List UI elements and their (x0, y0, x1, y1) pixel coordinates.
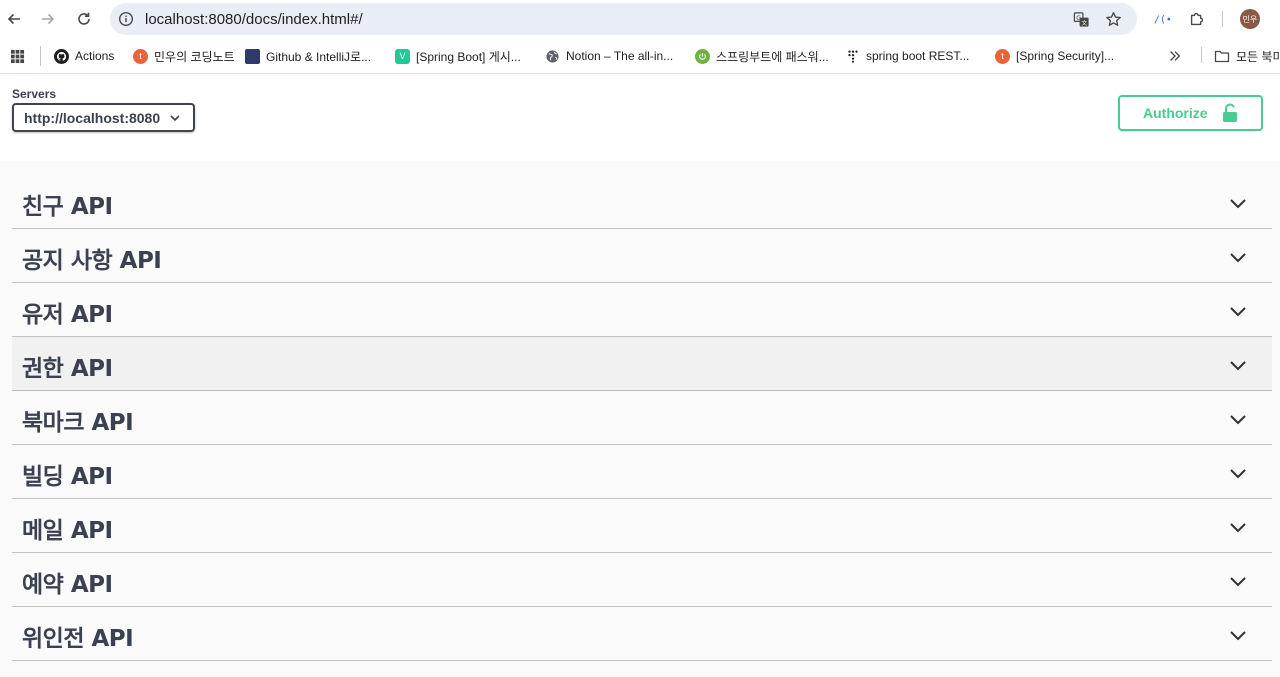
tag-title[interactable]: 메일 API (22, 511, 113, 545)
bookmark-item[interactable]: Github & IntelliJ로... (245, 47, 371, 65)
bookmark-item[interactable]: 스프링부트에 패스워... (695, 47, 829, 65)
address-bar[interactable]: localhost:8080/docs/index.html#/ G文 (110, 3, 1137, 35)
authorize-label: Authorize (1143, 105, 1208, 121)
chevron-down-icon[interactable] (1228, 301, 1248, 321)
svg-text:文: 文 (1081, 18, 1087, 26)
servers-label: Servers (12, 87, 57, 101)
tag-section-bookmark[interactable]: 북마크 API (12, 391, 1272, 445)
bookmark-label: Actions (75, 49, 115, 63)
spring-icon (695, 48, 710, 64)
scheme-container: Servers http://localhost:8080 Authorize (0, 75, 1280, 161)
tag-section-authority[interactable]: 권한 API (12, 337, 1272, 391)
bookmark-item[interactable]: t 민우의 코딩노트 (133, 47, 235, 65)
tag-title[interactable]: 빌딩 API (22, 457, 113, 491)
github-icon (54, 48, 69, 64)
bookmark-item[interactable]: V [Spring Boot] 게시... (395, 47, 521, 65)
svg-text:G: G (1076, 14, 1081, 21)
apps-separator (40, 46, 41, 66)
bookmark-label: [Spring Boot] 게시... (416, 49, 521, 64)
extension-icon[interactable]: /(•) (1151, 8, 1173, 30)
profile-avatar[interactable]: 민우 (1240, 9, 1260, 29)
svg-text:/(•): /(•) (1154, 15, 1172, 26)
chevron-down-icon[interactable] (1228, 193, 1248, 213)
globe-icon (545, 48, 560, 64)
chevron-down-icon[interactable] (1228, 463, 1248, 483)
blog-icon: t (133, 48, 148, 64)
unlock-icon (1223, 103, 1237, 122)
translate-icon[interactable]: G文 (1071, 9, 1091, 29)
chevron-down-icon[interactable] (1228, 625, 1248, 645)
chevron-down-icon (170, 115, 180, 122)
url-text[interactable]: localhost:8080/docs/index.html#/ (145, 11, 363, 28)
tag-section-friend[interactable]: 친구 API (12, 175, 1272, 229)
bookmark-label: [Spring Security]... (1016, 49, 1115, 63)
chevron-down-icon[interactable] (1228, 247, 1248, 267)
all-bookmarks-folder[interactable]: 모든 북미 (1214, 47, 1280, 65)
arrow-left-icon (7, 13, 20, 25)
reload-icon (78, 12, 90, 25)
bookmarks-separator (1201, 47, 1202, 63)
bookmark-label: 스프링부트에 패스워... (716, 49, 829, 64)
apps-grid-icon[interactable] (6, 45, 28, 67)
tag-title[interactable]: 유저 API (22, 295, 113, 329)
arrow-right-icon (42, 13, 55, 25)
tag-section-building[interactable]: 빌딩 API (12, 445, 1272, 499)
bookmarks-overflow-button[interactable] (1168, 47, 1182, 65)
bookmarks-bar: Actions t 민우의 코딩노트 Github & IntelliJ로...… (0, 38, 1280, 74)
tag-title[interactable]: 권한 API (22, 349, 113, 383)
chevron-down-icon[interactable] (1228, 517, 1248, 537)
operations-list: 친구 API 공지 사항 API 유저 API 권한 API 북마크 API 빌… (0, 161, 1280, 677)
bookmark-item[interactable]: spring boot REST... (845, 47, 969, 65)
tag-title[interactable]: 예약 API (22, 565, 113, 599)
toolbar-separator (1222, 11, 1223, 27)
double-chevron-right-icon (1170, 51, 1181, 61)
servers-select[interactable]: http://localhost:8080 (12, 103, 195, 132)
all-bookmarks-label: 모든 북미 (1236, 49, 1280, 64)
velog-icon: V (395, 48, 410, 64)
bookmark-item[interactable]: t [Spring Security]... (995, 47, 1114, 65)
bookmark-item[interactable]: Actions (54, 47, 114, 65)
dots-icon (845, 49, 860, 64)
bookmark-label: 민우의 코딩노트 (154, 49, 235, 64)
forward-button[interactable] (36, 7, 60, 31)
folder-icon (1214, 50, 1230, 63)
tag-title[interactable]: 친구 API (22, 187, 113, 221)
chevron-down-icon[interactable] (1228, 409, 1248, 429)
browser-toolbar: localhost:8080/docs/index.html#/ G文 /(•)… (0, 0, 1280, 38)
bookmark-label: Notion – The all-in... (566, 49, 674, 63)
bookmark-item[interactable]: Notion – The all-in... (545, 47, 673, 65)
tag-section-user[interactable]: 유저 API (12, 283, 1272, 337)
tag-section-mail[interactable]: 메일 API (12, 499, 1272, 553)
bookmark-label: Github & IntelliJ로... (266, 49, 372, 64)
tag-title[interactable]: 북마크 API (22, 403, 134, 437)
star-icon[interactable] (1103, 9, 1123, 29)
tag-section-biography[interactable]: 위인전 API (12, 607, 1272, 661)
tag-title[interactable]: 공지 사항 API (22, 241, 162, 275)
reload-button[interactable] (72, 7, 96, 31)
servers-selected-value: http://localhost:8080 (24, 109, 161, 126)
chevron-down-icon[interactable] (1228, 355, 1248, 375)
blog-icon: t (995, 48, 1010, 64)
tag-section-reservation[interactable]: 예약 API (12, 553, 1272, 607)
tag-title[interactable]: 위인전 API (22, 619, 134, 653)
back-button[interactable] (2, 7, 26, 31)
authorize-button[interactable]: Authorize (1118, 95, 1263, 131)
puzzle-icon[interactable] (1186, 8, 1208, 30)
chevron-down-icon[interactable] (1228, 571, 1248, 591)
site-info-icon[interactable] (116, 9, 136, 29)
tag-section-notice[interactable]: 공지 사항 API (12, 229, 1272, 283)
bookmark-label: spring boot REST... (866, 49, 970, 63)
image-favicon (245, 48, 260, 64)
